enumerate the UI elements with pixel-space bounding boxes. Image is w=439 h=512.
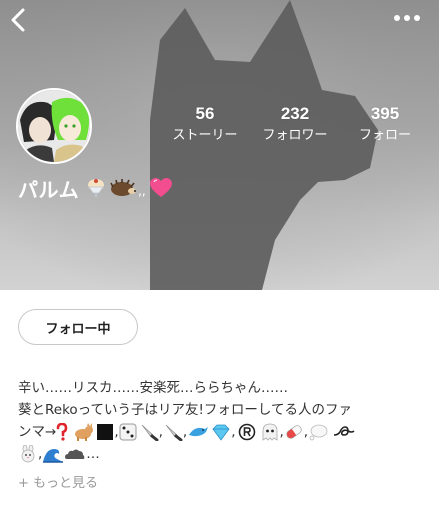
comma-text: ,, bbox=[138, 184, 146, 198]
ghost-icon bbox=[262, 423, 277, 441]
knife-icon bbox=[165, 424, 183, 441]
wave-icon bbox=[43, 449, 64, 463]
following-count: 395 bbox=[370, 104, 400, 123]
name-decorations: ,, bbox=[85, 177, 173, 199]
following-label: フォロー bbox=[358, 128, 411, 143]
more-options-button[interactable] bbox=[392, 10, 422, 26]
question-mark-icon bbox=[57, 423, 68, 441]
dolphin-icon bbox=[189, 427, 209, 437]
bio-line-3: ンマ→ , , , , , , bbox=[18, 421, 428, 443]
followers-count: 232 bbox=[280, 104, 310, 123]
cloud-icon bbox=[65, 449, 85, 459]
ellipsis-text: … bbox=[86, 446, 100, 462]
dice-icon bbox=[119, 423, 137, 441]
curly-loop-icon bbox=[334, 426, 355, 436]
bio-line-3-prefix: ンマ→ bbox=[18, 424, 57, 440]
avatar-image bbox=[18, 90, 90, 162]
stories-count: 56 bbox=[195, 104, 215, 123]
knife-icon bbox=[141, 424, 159, 441]
chevron-left-icon bbox=[11, 8, 25, 32]
parfait-icon bbox=[88, 179, 105, 197]
stat-stories[interactable]: 56 ストーリー bbox=[160, 104, 250, 145]
bio-line-2: 葵とRekoっていう子はリア友!フォローしてる人のファ bbox=[18, 402, 353, 418]
stat-following[interactable]: 395 フォロー bbox=[340, 104, 430, 145]
profile-name-row: パルム ,, bbox=[18, 172, 173, 204]
hedgehog-icon bbox=[110, 179, 137, 196]
followers-label: フォロワー bbox=[262, 128, 328, 143]
comma-text: , bbox=[231, 424, 236, 440]
thought-balloon-icon bbox=[309, 424, 328, 441]
see-more-link[interactable]: + もっと見る bbox=[18, 474, 98, 494]
back-button[interactable] bbox=[6, 6, 32, 34]
profile-name: パルム bbox=[18, 177, 80, 202]
pill-icon bbox=[286, 424, 303, 439]
heart-icon bbox=[149, 178, 172, 197]
rabbit-icon bbox=[21, 445, 35, 463]
following-button[interactable]: フォロー中 bbox=[18, 309, 138, 345]
bio-line-1: 辛い……リスカ……安楽死…ららちゃん…… bbox=[18, 380, 288, 396]
bio-line-4: , … bbox=[18, 443, 428, 465]
black-square-icon bbox=[97, 424, 114, 440]
registered-icon bbox=[238, 423, 255, 441]
gem-icon bbox=[212, 424, 230, 441]
profile-bio: 辛い……リスカ……安楽死…ららちゃん…… 葵とRekoっていう子はリア友!フォロ… bbox=[18, 377, 428, 465]
cat-emoji-icon bbox=[75, 423, 94, 441]
avatar[interactable] bbox=[16, 88, 92, 164]
stories-label: ストーリー bbox=[172, 128, 238, 143]
stat-followers[interactable]: 232 フォロワー bbox=[250, 104, 340, 145]
ellipsis-icon bbox=[394, 15, 420, 21]
